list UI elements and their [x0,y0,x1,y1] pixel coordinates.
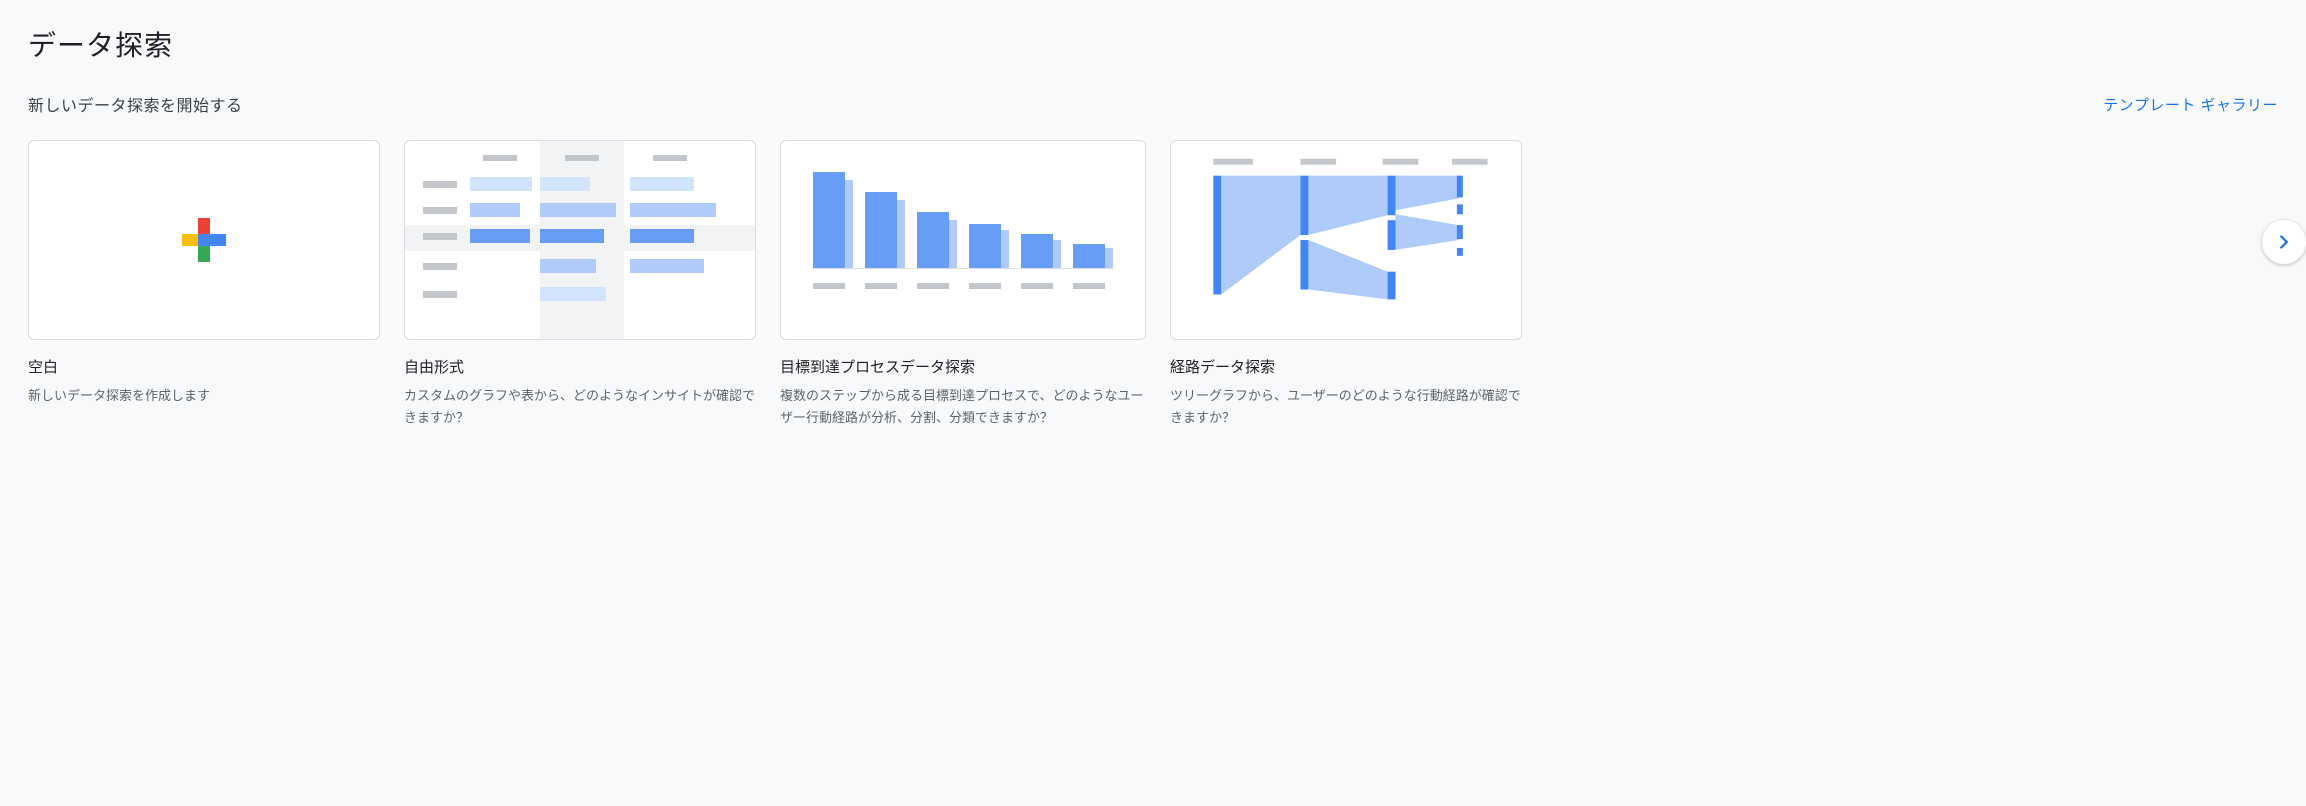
plus-icon [182,218,226,262]
card-funnel[interactable]: 目標到達プロセスデータ探索 複数のステップから成る目標到達プロセスで、どのような… [780,140,1146,429]
scroll-next-button[interactable] [2262,220,2306,264]
card-blank-title: 空白 [28,356,380,377]
template-gallery-link[interactable]: テンプレート ギャラリー [2103,94,2278,115]
template-cards: 空白 新しいデータ探索を作成します [28,140,2278,429]
funnel-chart-icon [781,141,1145,339]
card-freeform-title: 自由形式 [404,356,756,377]
card-path[interactable]: 経路データ探索 ツリーグラフから、ユーザーのどのような行動経路が確認できますか？ [1170,140,1522,429]
card-funnel-preview[interactable] [780,140,1146,340]
card-funnel-title: 目標到達プロセスデータ探索 [780,356,1146,377]
subheader: 新しいデータ探索を開始する テンプレート ギャラリー [28,92,2278,116]
chevron-right-icon [2273,231,2295,253]
card-blank-preview[interactable] [28,140,380,340]
card-freeform-desc: カスタムのグラフや表から、どのようなインサイトが確認できますか？ [404,385,756,429]
subtitle: 新しいデータ探索を開始する [28,92,243,116]
card-funnel-desc: 複数のステップから成る目標到達プロセスで、どのようなユーザー行動経路が分析、分割… [780,385,1146,429]
card-path-desc: ツリーグラフから、ユーザーのどのような行動経路が確認できますか？ [1170,385,1522,429]
sankey-chart-icon [1171,141,1521,339]
card-blank[interactable]: 空白 新しいデータ探索を作成します [28,140,380,407]
card-path-preview[interactable] [1170,140,1522,340]
freeform-table-icon [405,141,755,339]
card-freeform[interactable]: 自由形式 カスタムのグラフや表から、どのようなインサイトが確認できますか？ [404,140,756,429]
page-title: データ探索 [28,24,2278,64]
card-freeform-preview[interactable] [404,140,756,340]
card-path-title: 経路データ探索 [1170,356,1522,377]
card-blank-desc: 新しいデータ探索を作成します [28,385,380,407]
